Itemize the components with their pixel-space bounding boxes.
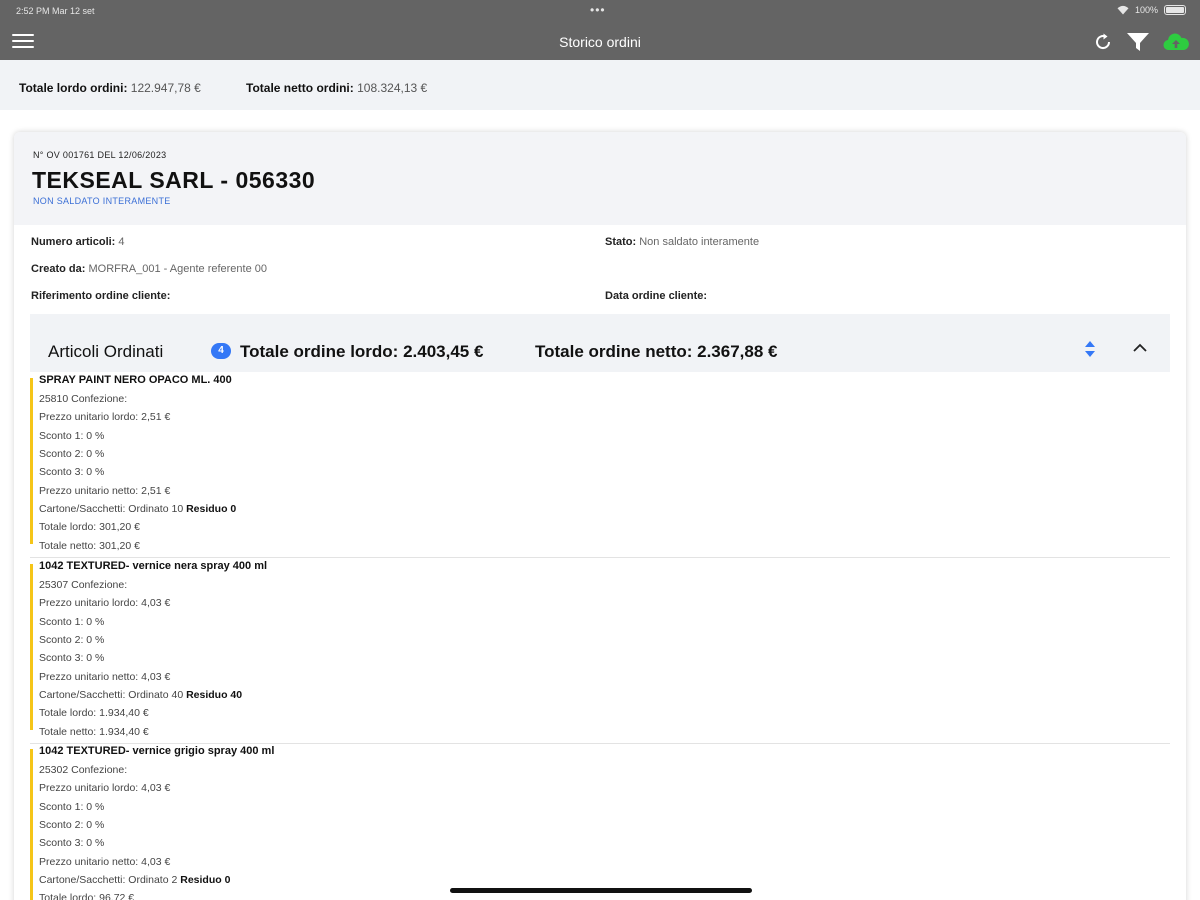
battery-percent: 100%: [1134, 5, 1158, 15]
item-ordered: Cartone/Sacchetti: Ordinato 2 Residuo 0: [39, 874, 230, 886]
orders-totals: Totale lordo ordini: 122.947,78 € Totale…: [0, 60, 1200, 110]
item-ordered-qty: Cartone/Sacchetti: Ordinato 10: [39, 503, 184, 515]
order-state-value: Non saldato interamente: [639, 236, 760, 248]
item-unit-net: Prezzo unitario netto: 4,03 €: [39, 856, 171, 868]
order-card-header: N° OV 001761 DEL 12/06/2023 TEKSEAL SARL…: [14, 132, 1186, 225]
item-name: SPRAY PAINT NERO OPACO ML. 400: [39, 374, 232, 386]
item-code: 25307 Confezione:: [39, 579, 128, 591]
sort-icon[interactable]: [1084, 340, 1096, 358]
item-unit-gross: Prezzo unitario lordo: 4,03 €: [39, 597, 171, 609]
item-discount-3: Sconto 3: 0 %: [39, 652, 105, 664]
item-ordered: Cartone/Sacchetti: Ordinato 10 Residuo 0: [39, 503, 236, 515]
status-time: 2:52 PM Mar 12 set: [16, 6, 95, 16]
item-discount-2: Sconto 2: 0 %: [39, 634, 105, 646]
item-code: 25810 Confezione:: [39, 393, 128, 405]
filter-icon[interactable]: [1126, 31, 1150, 53]
client-order-reference: Riferimento ordine cliente:: [31, 290, 170, 302]
payment-status: NON SALDATO INTERAMENTE: [33, 196, 171, 206]
order-number: N° OV 001761 DEL 12/06/2023: [33, 150, 167, 160]
items-count-badge: 4: [211, 343, 231, 359]
item-status-bar: [30, 378, 33, 544]
cloud-upload-icon[interactable]: [1162, 31, 1190, 53]
item-discount-1: Sconto 1: 0 %: [39, 801, 105, 813]
item-total-net: Totale netto: 1.934,40 €: [39, 726, 149, 738]
client-order-date-label: Data ordine cliente:: [605, 290, 708, 302]
order-item[interactable]: SPRAY PAINT NERO OPACO ML. 400 25810 Con…: [30, 372, 1170, 558]
item-residual: Residuo 40: [186, 689, 243, 701]
item-total-gross: Totale lordo: 301,20 €: [39, 521, 140, 533]
client-order-date: Data ordine cliente:: [605, 290, 707, 302]
item-name: 1042 TEXTURED- vernice nera spray 400 ml: [39, 560, 268, 572]
item-residual: Residuo 0: [180, 874, 231, 886]
order-gross-total: Totale ordine lordo: 2.403,45 €: [240, 342, 484, 361]
order-card[interactable]: N° OV 001761 DEL 12/06/2023 TEKSEAL SARL…: [14, 132, 1186, 900]
item-unit-net: Prezzo unitario netto: 4,03 €: [39, 671, 171, 683]
app-root: 2:52 PM Mar 12 set ••• 100% Storico ordi…: [0, 0, 1200, 900]
created-by-value: MORFRA_001 - Agente referente 00: [88, 263, 268, 275]
created-by: Creato da: MORFRA_001 - Agente referente…: [31, 263, 267, 275]
item-name: 1042 TEXTURED- vernice grigio spray 400 …: [39, 745, 275, 757]
articles-count-label: Numero articoli:: [31, 236, 116, 248]
order-net-total: Totale ordine netto: 2.367,88 €: [535, 342, 778, 361]
item-unit-gross: Prezzo unitario lordo: 4,03 €: [39, 782, 171, 794]
articles-count: Numero articoli: 4: [31, 236, 125, 248]
top-bar: 2:52 PM Mar 12 set ••• 100% Storico ordi…: [0, 0, 1200, 60]
item-discount-1: Sconto 1: 0 %: [39, 616, 105, 628]
item-total-gross: Totale lordo: 96,72 €: [39, 892, 135, 900]
battery-icon: [1164, 5, 1186, 15]
item-residual: Residuo 0: [186, 503, 237, 515]
ordered-items-label: Articoli Ordinati: [48, 342, 164, 361]
order-item[interactable]: 1042 TEXTURED- vernice grigio spray 400 …: [30, 743, 1170, 900]
gross-total: Totale lordo ordini: 122.947,78 €: [19, 81, 201, 95]
order-state: Stato: Non saldato interamente: [605, 236, 759, 248]
item-code: 25302 Confezione:: [39, 764, 128, 776]
nav-actions: [1092, 31, 1190, 53]
net-total-value: 108.324,13 €: [357, 81, 428, 95]
client-order-reference-label: Riferimento ordine cliente:: [31, 290, 171, 302]
item-discount-2: Sconto 2: 0 %: [39, 819, 105, 831]
page-title: Storico ordini: [559, 34, 641, 50]
item-total-net: Totale netto: 301,20 €: [39, 540, 140, 552]
status-right: 100%: [1117, 5, 1186, 15]
item-status-bar: [30, 564, 33, 730]
gross-total-value: 122.947,78 €: [130, 81, 201, 95]
item-discount-3: Sconto 3: 0 %: [39, 466, 105, 478]
gross-total-label: Totale lordo ordini:: [19, 81, 128, 95]
item-ordered: Cartone/Sacchetti: Ordinato 40 Residuo 4…: [39, 689, 242, 701]
item-ordered-qty: Cartone/Sacchetti: Ordinato 2: [39, 874, 178, 886]
order-state-label: Stato:: [605, 236, 637, 248]
item-ordered-qty: Cartone/Sacchetti: Ordinato 40: [39, 689, 184, 701]
chevron-up-icon[interactable]: [1132, 342, 1148, 354]
wifi-icon: [1117, 5, 1129, 15]
item-discount-2: Sconto 2: 0 %: [39, 448, 105, 460]
created-by-label: Creato da:: [31, 263, 86, 275]
ordered-items-header[interactable]: Articoli Ordinati 4 Totale ordine lordo:…: [30, 314, 1170, 372]
net-total-label: Totale netto ordini:: [246, 81, 354, 95]
item-unit-gross: Prezzo unitario lordo: 2,51 €: [39, 411, 171, 423]
status-bar: 2:52 PM Mar 12 set ••• 100%: [0, 0, 1200, 22]
item-discount-1: Sconto 1: 0 %: [39, 430, 105, 442]
order-item[interactable]: 1042 TEXTURED- vernice nera spray 400 ml…: [30, 558, 1170, 744]
home-indicator[interactable]: [450, 888, 752, 893]
item-discount-3: Sconto 3: 0 %: [39, 837, 105, 849]
multitask-dots-icon[interactable]: •••: [590, 3, 606, 17]
item-total-gross: Totale lordo: 1.934,40 €: [39, 707, 149, 719]
refresh-icon[interactable]: [1092, 31, 1114, 53]
nav-bar: Storico ordini: [0, 22, 1200, 60]
item-status-bar: [30, 749, 33, 900]
item-unit-net: Prezzo unitario netto: 2,51 €: [39, 485, 171, 497]
client-name: TEKSEAL SARL - 056330: [32, 167, 316, 193]
articles-count-value: 4: [118, 236, 125, 248]
net-total: Totale netto ordini: 108.324,13 €: [246, 81, 427, 95]
